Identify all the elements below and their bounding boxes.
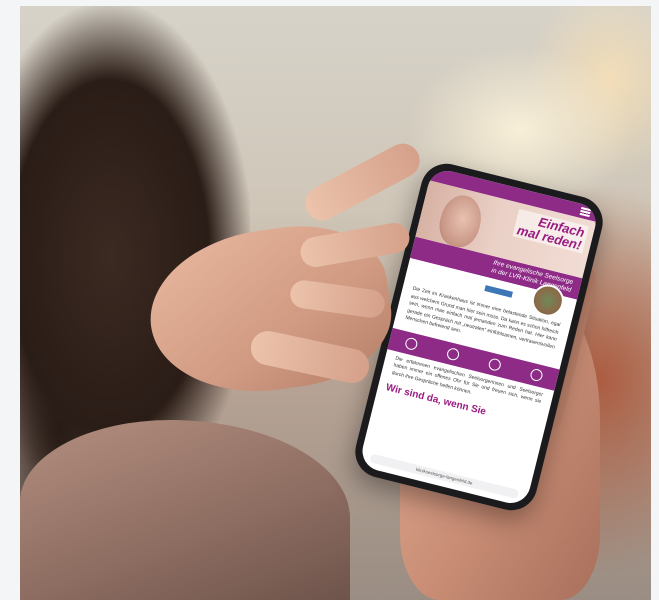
browser-url-bar[interactable]: klinikseelsorge-langenfeld.de [369, 453, 520, 499]
image-border-right [651, 0, 659, 600]
hamburger-menu-icon[interactable] [579, 206, 592, 218]
location-icon[interactable] [403, 335, 419, 351]
phone-icon[interactable] [528, 367, 544, 382]
woman-portrait [434, 191, 487, 252]
chat-icon[interactable] [445, 346, 460, 361]
partner-logo [484, 285, 513, 298]
woman-shoulder [20, 420, 350, 600]
image-border-left [0, 0, 20, 600]
index-finger [299, 137, 426, 227]
photo-scene: Einfach mal reden! Ihre evangelische See… [0, 0, 659, 600]
mail-icon[interactable] [487, 356, 502, 372]
